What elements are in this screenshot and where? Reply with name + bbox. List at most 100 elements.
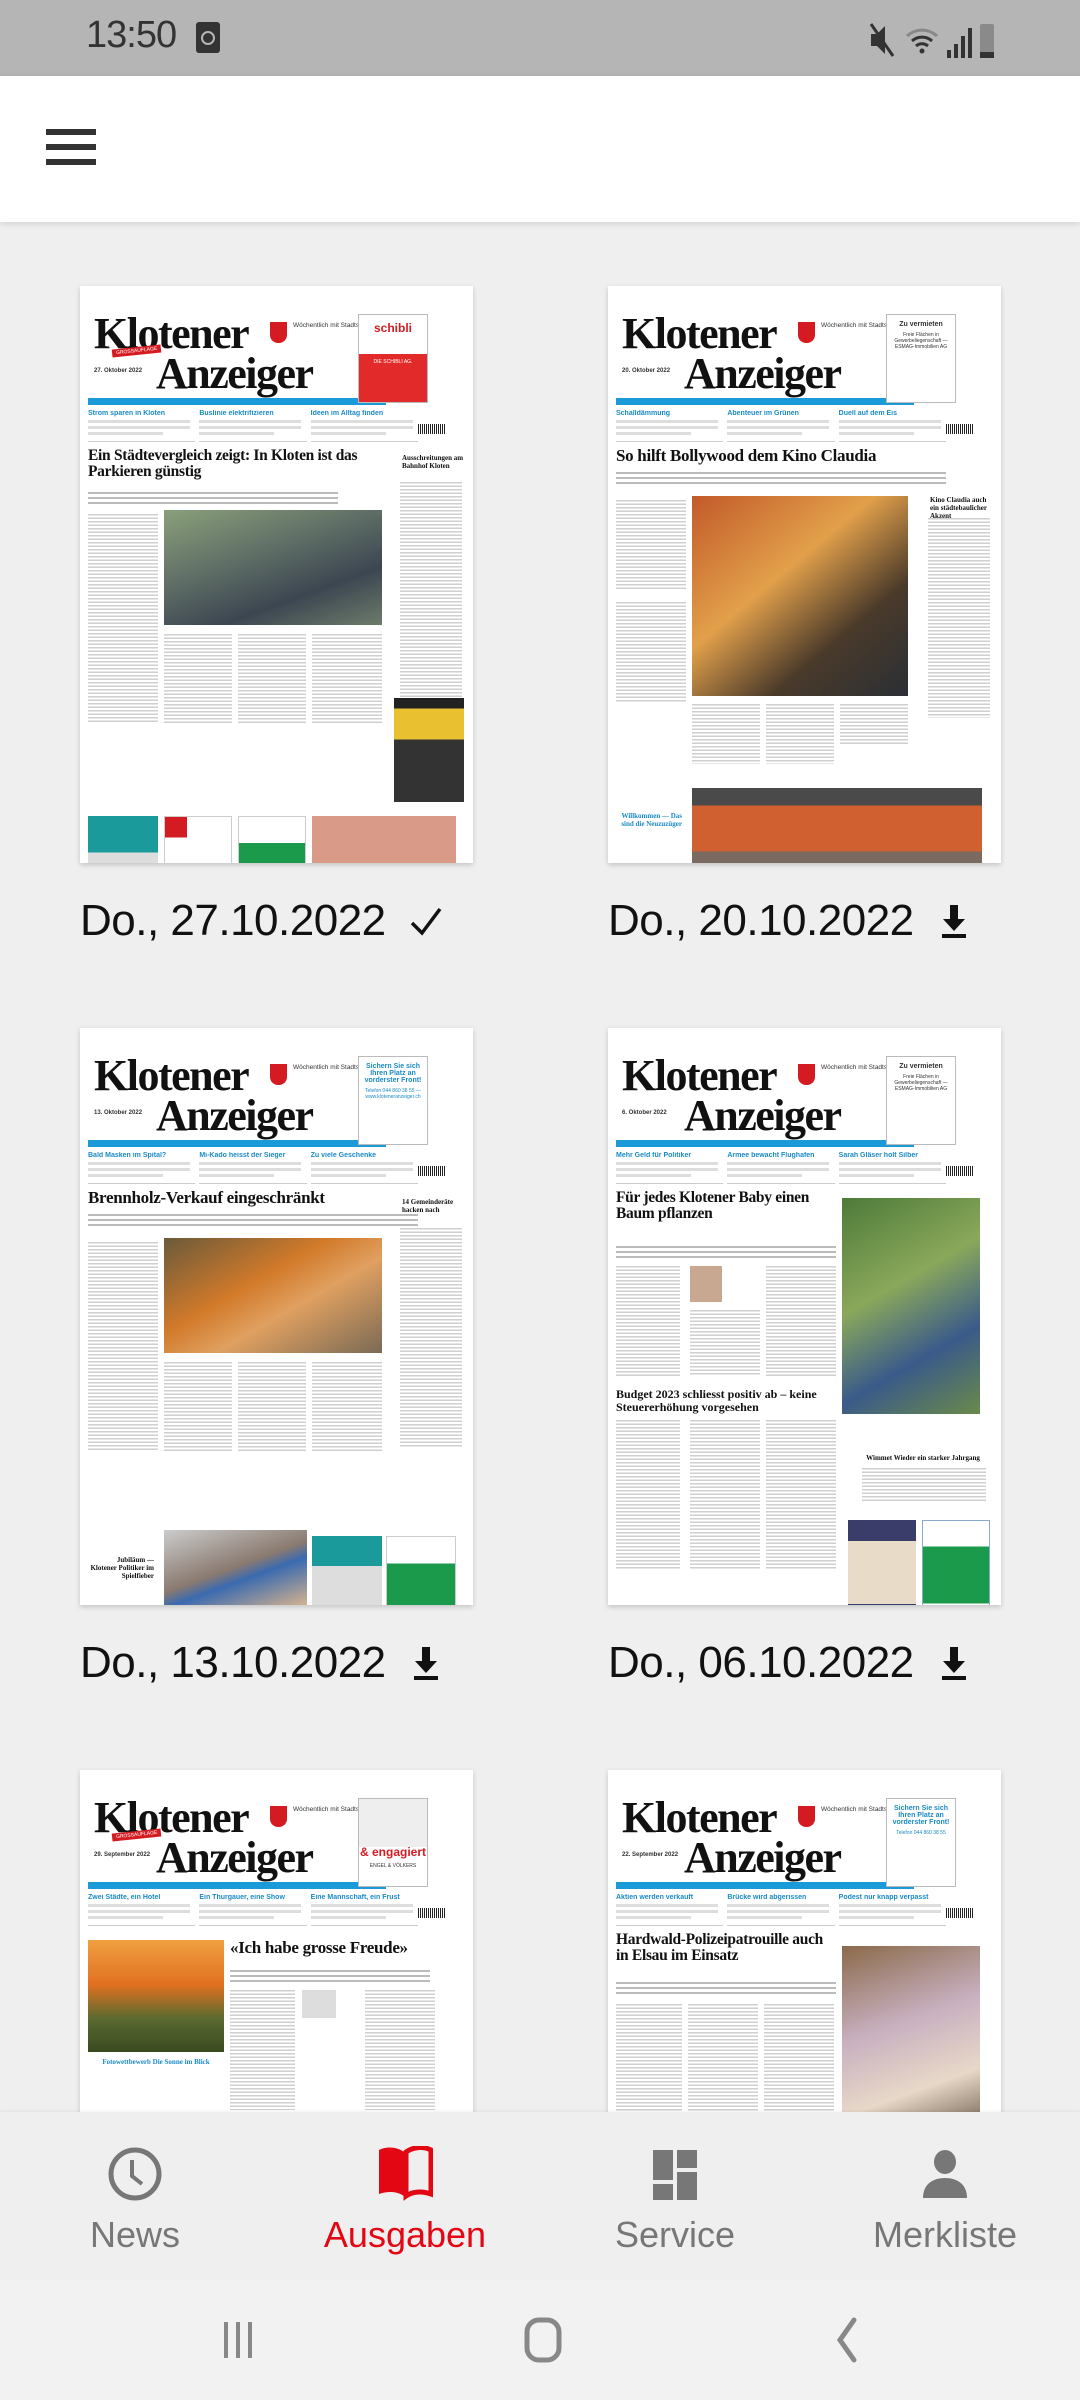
issue-cover[interactable]: Klotener Wöchentlich mit Stadtseite Anze… <box>608 1770 1001 2112</box>
person-icon <box>923 2150 967 2198</box>
issue-date-print: 29. September 2022 <box>94 1852 151 1858</box>
text-column <box>230 1990 295 2110</box>
teasers: Mehr Geld für Politiker Armee bewacht Flu… <box>616 1152 946 1184</box>
issues-grid[interactable]: Klotener Wöchentlich mit Stadtseite Anze… <box>0 222 1080 2112</box>
issue-date-print: 13. Oktober 2022 <box>94 1110 143 1116</box>
secondary-headline: Budget 2023 schliesst positiv ab – keine… <box>616 1387 817 1414</box>
alarm-icon <box>196 22 220 53</box>
teaser: Abenteuer im Grünen <box>727 410 835 442</box>
issue-cover[interactable]: Klotener Wöchentlich mit Stadtseite Anze… <box>608 286 1001 863</box>
nav-label-service: Service <box>614 2214 736 2255</box>
download-icon <box>941 1647 966 1680</box>
side-headline: 14 Gemeinderäte hacken nach <box>402 1198 454 1214</box>
issue-cover[interactable]: Klotener Wöchentlich mit Stadtseite Anze… <box>80 286 473 863</box>
download-button[interactable] <box>934 1643 974 1683</box>
barcode <box>418 1166 446 1176</box>
mute-icon <box>869 23 895 57</box>
teaser-title: Brücke wird abgerissen <box>727 1894 807 1901</box>
signal-icon <box>947 26 972 58</box>
issue-date-print: 20. Oktober 2022 <box>622 368 671 374</box>
nav-item-merkliste[interactable]: Merkliste <box>810 2112 1080 2280</box>
text-column <box>690 1310 760 1376</box>
cover-photo-neuzuzueger <box>692 788 982 863</box>
issue-date-row[interactable]: Do., 06.10.2022 <box>608 1628 1001 1698</box>
top-ad: schibli DIE SCHIBLI AG. <box>358 314 428 403</box>
issue-date-print: 6. Oktober 2022 <box>622 1110 667 1116</box>
masthead-title-line2: Anzeiger <box>156 349 314 398</box>
ad-blumenland <box>922 1520 990 1605</box>
issue-date-row[interactable]: Do., 13.10.2022 <box>80 1628 473 1698</box>
cover-headline: «Ich habe grosse Freude» <box>230 1938 408 1957</box>
text-column <box>692 704 760 764</box>
cover-lead <box>230 1970 430 1984</box>
text-column <box>616 500 686 590</box>
author-photo <box>690 1266 722 1302</box>
issue-date-row[interactable]: Do., 27.10.2022 <box>80 886 473 956</box>
photo-caption: Fotowettbewerb Die Sonne im Blick <box>102 2058 210 2066</box>
back-icon[interactable] <box>782 2280 902 2400</box>
teaser-title: Zu viele Geschenke <box>310 1152 377 1159</box>
nav-item-service[interactable]: Service <box>540 2112 810 2280</box>
issue-cover[interactable]: Klotener Wöchentlich mit Stadtseite Anze… <box>80 1028 473 1605</box>
ad-haushaltgeraete <box>312 1536 382 1605</box>
kloten-crest-icon <box>798 322 815 343</box>
status-bar: 13:50 <box>0 0 1080 76</box>
download-button[interactable] <box>934 901 974 941</box>
cover-lead <box>616 1982 836 1996</box>
teaser: Eine Mannschaft, ein Frust <box>310 1894 418 1926</box>
masthead: Klotener Wöchentlich mit Stadtseite Anze… <box>94 1054 374 1144</box>
teasers: Bald Masken im Spital? Mi-Kado heisst der… <box>88 1152 418 1184</box>
teaser-title: Ein Thurgauer, eine Show <box>199 1894 285 1901</box>
masthead-title-line2: Anzeiger <box>684 1091 842 1140</box>
issue-cover[interactable]: Klotener Wöchentlich mit Stadtseite Anze… <box>80 1770 473 2112</box>
top-ad: & engagiert ENGEL & VÖLKERS <box>358 1798 428 1887</box>
teaser-title: Buslinie elektrifizieren <box>199 410 274 417</box>
ad-soul-swiss-band <box>394 698 464 802</box>
barcode <box>418 1908 446 1918</box>
text-column <box>238 1362 306 1452</box>
teaser: Bald Masken im Spital? <box>88 1152 196 1184</box>
side-headline: Ausschreitungen am Bahnhof Kloten <box>402 454 464 470</box>
cover-headline: Ein Städtevergleich zeigt: In Kloten ist… <box>88 447 358 480</box>
download-button[interactable] <box>406 1643 446 1683</box>
masthead-info-bar <box>616 398 914 405</box>
nav-item-news[interactable]: News <box>0 2112 270 2280</box>
ad-grabschmuck <box>238 816 306 863</box>
cover-photo <box>164 1238 382 1353</box>
text-column <box>312 634 382 724</box>
download-icon <box>941 905 966 938</box>
barcode <box>418 424 446 434</box>
text-column <box>688 2004 758 2112</box>
teaser: Armee bewacht Flughafen <box>727 1152 835 1184</box>
masthead-title-line2: Anzeiger <box>684 349 842 398</box>
teaser: Ein Thurgauer, eine Show <box>199 1894 307 1926</box>
teaser: Brücke wird abgerissen <box>727 1894 835 1926</box>
kloten-crest-icon <box>270 322 287 343</box>
teaser: Aktien werden verkauft <box>616 1894 724 1926</box>
app-bar <box>0 76 1080 222</box>
cover-photo-spielfieber <box>164 1530 307 1605</box>
issue-cover[interactable]: Klotener Wöchentlich mit Stadtseite Anze… <box>608 1028 1001 1605</box>
issue-date: Do., 27.10.2022 <box>80 896 386 945</box>
nav-item-ausgaben[interactable]: Ausgaben <box>270 2112 540 2280</box>
cover-headline: Hardwald-Polizeipatrouille auch in Elsau… <box>616 1931 823 1964</box>
masthead: Klotener Wöchentlich mit Stadtseite Anze… <box>622 1796 902 1886</box>
cover-headline: So hilft Bollywood dem Kino Claudia <box>616 446 877 465</box>
masthead-info-bar <box>616 1882 914 1889</box>
system-navigation-bar <box>0 2280 1080 2400</box>
masthead: Klotener Wöchentlich mit Stadtseite Anze… <box>94 1796 374 1886</box>
home-icon[interactable] <box>483 2280 603 2400</box>
cover-photo <box>88 1940 224 2052</box>
text-column <box>862 1468 986 1502</box>
download-icon <box>413 1647 438 1680</box>
teaser-title: Schalldämmung <box>616 410 671 417</box>
teaser-title: Podest nur knapp verpasst <box>838 1894 929 1901</box>
masthead-info-bar <box>88 1140 386 1147</box>
hamburger-menu-icon[interactable] <box>46 129 96 169</box>
text-column <box>616 1266 680 1376</box>
text-column <box>766 704 834 764</box>
issue-date-row[interactable]: Do., 20.10.2022 <box>608 886 1001 956</box>
downloaded-status-icon[interactable] <box>406 901 446 941</box>
recent-apps-icon[interactable] <box>182 2280 302 2400</box>
top-ad: Zu vermieten Freie Flächen in Gewerbelie… <box>886 314 956 403</box>
